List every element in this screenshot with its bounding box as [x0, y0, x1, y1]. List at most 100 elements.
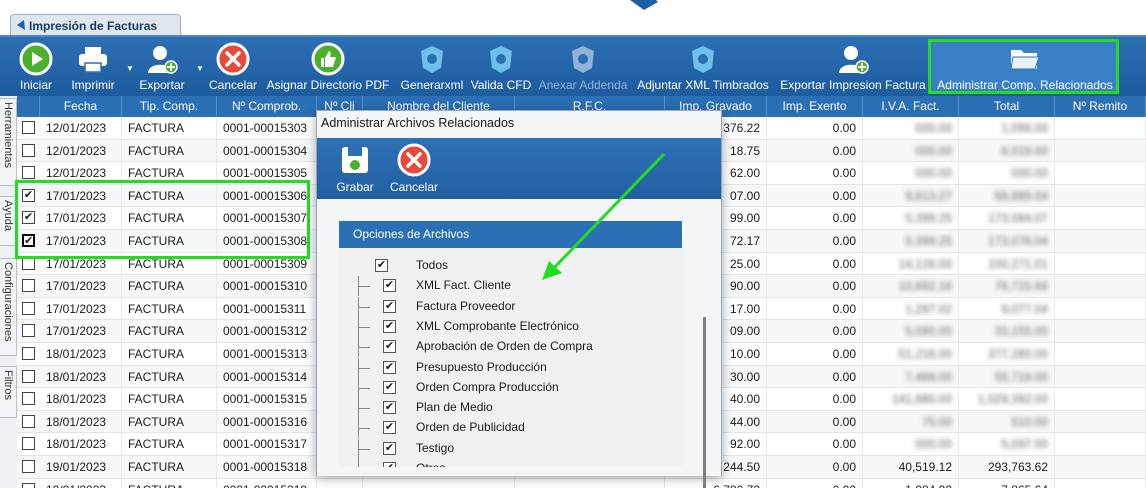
option-item[interactable]: ✔ Otros [339, 459, 682, 467]
toolbar-button-cancelar[interactable]: Cancelar [208, 37, 258, 96]
dialog-toolbar: Grabar Cancelar [317, 138, 721, 199]
dialog-cancelar-button[interactable]: Cancelar [387, 138, 441, 197]
row-checkbox[interactable] [22, 482, 35, 488]
toolbar-button-valida-cfd[interactable]: Valida CFD [471, 37, 531, 96]
row-checkbox[interactable] [22, 369, 35, 383]
option-checkbox[interactable]: ✔ [383, 319, 396, 333]
option-label: Orden de Publicidad [416, 420, 525, 435]
row-checkbox[interactable] [22, 324, 35, 338]
cell-tipo: FACTURA [122, 184, 217, 207]
option-todos[interactable]: ✔ Todos [339, 256, 682, 276]
row-checkbox[interactable] [22, 437, 35, 451]
option-item[interactable]: ✔ Plan de Medio [339, 398, 682, 419]
row-checkbox[interactable]: ✔ [22, 234, 35, 247]
row-checkbox[interactable] [22, 414, 35, 428]
row-checkbox[interactable] [22, 392, 35, 406]
column-header-i-v-a-fact-[interactable]: I.V.A. Fact. [863, 96, 959, 117]
cell-exento: 0.00 [767, 456, 863, 478]
option-checkbox[interactable]: ✔ [383, 401, 396, 415]
cell-fecha: 18/01/2023 [40, 365, 122, 388]
row-checkbox[interactable]: ✔ [22, 211, 35, 225]
toolbar-button-administrar-comp-relacionados[interactable]: Administrar Comp. Relacionados [936, 37, 1114, 96]
row-checkbox[interactable] [22, 143, 35, 157]
option-item[interactable]: ✔ Orden de Publicidad [339, 418, 682, 439]
toolbar-button-iniciar[interactable]: Iniciar [16, 37, 56, 96]
column-header-fecha[interactable]: Fecha [40, 96, 122, 117]
toolbar-button-adjuntar-xml-timbrados[interactable]: Adjuntar XML Timbrados [634, 37, 772, 96]
tree-branch [358, 408, 370, 410]
tree-branch [358, 347, 370, 349]
cell-total: 510.00 [959, 410, 1055, 433]
app-logo-icon [630, 0, 658, 10]
row-checkbox[interactable] [22, 301, 35, 315]
cell-exento: 0.00 [767, 410, 863, 433]
option-checkbox[interactable]: ✔ [383, 360, 396, 374]
option-item[interactable]: ✔ Factura Proveedor [339, 296, 682, 317]
option-item[interactable]: ✔ Presupuesto Producción [339, 357, 682, 378]
side-tab-filtros[interactable]: Filtros [0, 366, 17, 418]
toolbar-button-generarxml[interactable]: Generarxml [398, 37, 466, 96]
option-label: Presupuesto Producción [416, 359, 547, 374]
dialog-grabar-button[interactable]: Grabar [333, 138, 377, 197]
option-item[interactable]: ✔ XML Fact. Cliente [339, 276, 682, 297]
cell-tipo: FACTURA [122, 297, 217, 320]
option-item[interactable]: ✔ XML Comprobante Electrónico [339, 316, 682, 337]
toolbar-button-exportar-impresion-factura[interactable]: Exportar Impresion Factura [777, 37, 929, 96]
cell-remito [1055, 388, 1146, 411]
option-item[interactable]: ✔ Aprobación de Orden de Compra [339, 337, 682, 358]
cell-tipo: FACTURA [122, 365, 217, 388]
cell-total: 76,715.66 [959, 275, 1055, 298]
row-checkbox[interactable] [22, 121, 35, 134]
column-header-tip-comp-[interactable]: Tip. Comp. [122, 96, 217, 117]
dialog-scrollbar[interactable] [703, 317, 706, 488]
toolbar-button-asignar-directorio-pdf[interactable]: Asignar Directorio PDF [265, 37, 391, 96]
option-item[interactable]: ✔ Orden Compra Producción [339, 377, 682, 398]
table-row[interactable]: 19/01/2023FACTURA0001-00015319 6,780.720.… [17, 478, 1146, 488]
cell-exento: 0.00 [767, 388, 863, 411]
dropdown-caret-icon[interactable]: ▼ [126, 64, 134, 73]
cell-comprob: 0001-00015315 [217, 388, 317, 411]
toolbar-button-label: Adjuntar XML Timbrados [637, 78, 769, 92]
row-checkbox[interactable] [22, 166, 35, 180]
option-checkbox[interactable]: ✔ [383, 441, 396, 455]
row-checkbox[interactable] [22, 460, 35, 473]
cell-redacted [363, 478, 515, 488]
tab-impresion-facturas[interactable]: Impresión de Facturas [10, 14, 181, 36]
cancel-icon [216, 42, 250, 76]
row-checkbox[interactable] [22, 279, 35, 293]
option-checkbox[interactable]: ✔ [383, 279, 396, 293]
option-checkbox[interactable]: ✔ [383, 421, 396, 435]
stamp-icon [415, 42, 449, 76]
toolbar-button-exportar[interactable]: Exportar [137, 37, 187, 96]
column-header-n-remito[interactable]: Nº Remito [1055, 96, 1146, 117]
side-tab-herramientas[interactable]: Herramientas [0, 98, 17, 186]
play-icon [19, 42, 53, 76]
cell-iva: 10,692.16 [863, 275, 959, 298]
file-options-panel: Opciones de Archivos ✔ Todos ✔ XML Fact. Cl… [339, 221, 682, 467]
column-header-imp-exento[interactable]: Imp. Exento [767, 96, 863, 117]
dropdown-caret-icon[interactable]: ▼ [196, 64, 204, 73]
option-checkbox[interactable]: ✔ [383, 299, 396, 313]
side-tab-ayuda[interactable]: Ayuda [0, 196, 17, 246]
option-checkbox[interactable]: ✔ [383, 340, 396, 354]
cell-iva: 1,287.02 [863, 297, 959, 320]
toolbar-button-imprimir[interactable]: Imprimir [70, 37, 116, 96]
user-add-icon [836, 42, 870, 76]
option-label: Factura Proveedor [416, 298, 516, 313]
option-label: Todos [416, 258, 449, 272]
option-item[interactable]: ✔ Testigo [339, 438, 682, 459]
row-checkbox[interactable] [22, 256, 35, 270]
row-checkbox[interactable] [22, 347, 35, 360]
option-checkbox[interactable]: ✔ [375, 259, 388, 272]
option-checkbox[interactable]: ✔ [383, 462, 396, 467]
dialog-button-label: Cancelar [389, 180, 439, 194]
toolbar-button-anexar-addenda: Anexar Addenda [538, 37, 628, 96]
side-tab-configuraciones[interactable]: Configuraciones [0, 258, 17, 356]
row-checkbox[interactable]: ✔ [22, 188, 35, 202]
cell-iva: 000.00 [863, 162, 959, 185]
option-checkbox[interactable]: ✔ [383, 380, 396, 394]
column-header-n-comprob-[interactable]: Nº Comprob. [217, 96, 317, 117]
column-header-total[interactable]: Total [959, 96, 1055, 117]
cell-exento: 0.00 [767, 207, 863, 230]
cell-comprob: 0001-00015314 [217, 365, 317, 388]
